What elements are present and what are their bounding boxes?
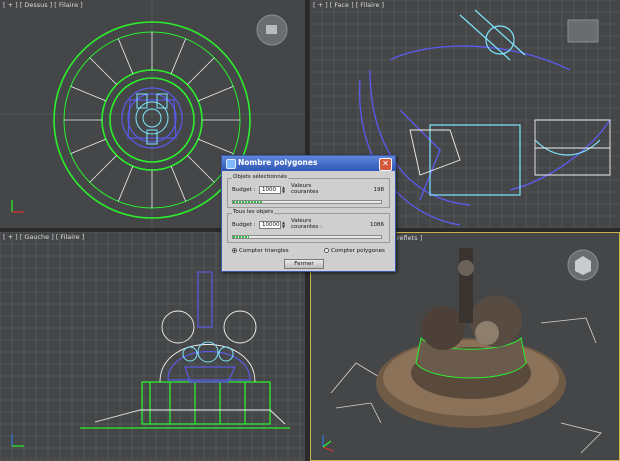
- current-value: 198: [373, 187, 385, 193]
- radio-count-triangles[interactable]: Compter triangles: [232, 248, 289, 254]
- budget-spinner[interactable]: ▲ ▼: [282, 186, 287, 194]
- budget-input[interactable]: 10000: [259, 221, 281, 229]
- radio-dot: [324, 248, 329, 253]
- viewcube-icon: [567, 249, 599, 281]
- viewport-label[interactable]: [ + ] [ Face ] [ Filaire ]: [313, 1, 384, 9]
- current-value: 1086: [370, 222, 384, 228]
- budget-input[interactable]: 1000: [259, 186, 281, 194]
- budget-spinner[interactable]: ▲ ▼: [282, 221, 287, 229]
- close-icon[interactable]: ✕: [379, 158, 392, 171]
- progress-fill: [233, 201, 263, 203]
- axis-gizmo-icon: [11, 200, 24, 213]
- viewcube-icon: [256, 14, 288, 46]
- viewport-label[interactable]: reflets ]: [397, 234, 422, 242]
- radio-count-polygons[interactable]: Compter polygones: [324, 248, 385, 254]
- group-title: Tous les objets: [232, 209, 275, 215]
- viewcube-icon: [567, 19, 599, 43]
- selected-objects-group: Objets sélectionnés Budget : 1000 ▲ ▼ Val…: [227, 174, 390, 208]
- viewport-label[interactable]: [ + ] [ Gauche ] [ Filaire ]: [3, 233, 84, 241]
- current-values-label: Valeurs courantes :: [291, 218, 322, 230]
- current-values-label: Valeurs courantes: [291, 183, 319, 195]
- dialog-titlebar[interactable]: Nombre polygones ✕: [222, 156, 395, 171]
- progress-fill: [233, 236, 250, 238]
- all-objects-group: Tous les objets Budget : 10000 ▲ ▼ Valeur…: [227, 209, 390, 243]
- progress-bar: [232, 200, 382, 204]
- polygon-count-dialog: Nombre polygones ✕ Objets sélectionnés B…: [221, 155, 396, 272]
- budget-label: Budget :: [232, 222, 256, 228]
- viewport-label[interactable]: [ + ] [ Dessus ] [ Filaire ]: [3, 1, 83, 9]
- dialog-title: Nombre polygones: [238, 158, 318, 167]
- budget-label: Budget :: [232, 187, 256, 193]
- group-title: Objets sélectionnés: [232, 174, 288, 180]
- progress-bar: [232, 235, 382, 239]
- app-icon: [226, 159, 236, 169]
- close-button[interactable]: Fermer: [284, 259, 324, 269]
- axis-gizmo-icon: [322, 435, 334, 452]
- radio-dot: [232, 248, 237, 253]
